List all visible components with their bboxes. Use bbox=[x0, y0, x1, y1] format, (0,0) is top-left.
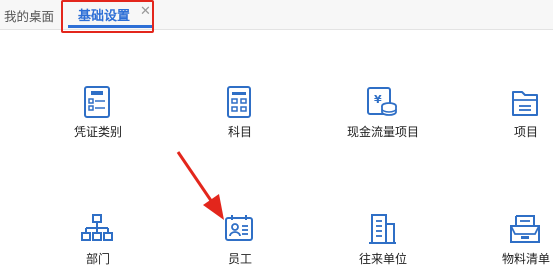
item-label: 部门 bbox=[85, 252, 110, 266]
item-contact-unit[interactable]: 往来单位 bbox=[333, 212, 433, 276]
account-list-icon bbox=[222, 84, 256, 120]
item-label: 员工 bbox=[227, 252, 252, 266]
item-cash-flow[interactable]: ¥ 现金流量项目 bbox=[333, 84, 433, 148]
building-icon bbox=[365, 212, 399, 248]
tab-bar: 我的桌面 基础设置 ✕ bbox=[0, 0, 553, 30]
item-bom[interactable]: 物料清单 bbox=[476, 212, 553, 276]
employee-card-icon bbox=[222, 212, 256, 248]
cash-flow-icon: ¥ bbox=[365, 84, 399, 120]
item-project[interactable]: 项目 bbox=[476, 84, 553, 148]
item-label: 往来单位 bbox=[358, 252, 407, 266]
item-label: 物料清单 bbox=[501, 252, 550, 266]
item-label: 项目 bbox=[513, 125, 538, 139]
item-label: 凭证类别 bbox=[73, 125, 122, 139]
voucher-icon bbox=[80, 84, 114, 120]
item-label: 现金流量项目 bbox=[346, 125, 419, 139]
tab-my-desktop[interactable]: 我的桌面 bbox=[4, 6, 54, 25]
item-department[interactable]: 部门 bbox=[48, 212, 148, 276]
org-chart-icon bbox=[80, 212, 114, 248]
item-label: 科目 bbox=[227, 125, 252, 139]
svg-text:¥: ¥ bbox=[374, 93, 382, 106]
item-account[interactable]: 科目 bbox=[190, 84, 290, 148]
active-tab-indicator bbox=[68, 25, 152, 28]
item-voucher-type[interactable]: 凭证类别 bbox=[48, 84, 148, 148]
folder-icon bbox=[508, 84, 542, 120]
tray-icon bbox=[508, 212, 542, 248]
item-employee[interactable]: 员工 bbox=[190, 212, 290, 276]
close-icon[interactable]: ✕ bbox=[140, 4, 151, 20]
tab-basic-settings-label: 基础设置 bbox=[78, 9, 131, 24]
